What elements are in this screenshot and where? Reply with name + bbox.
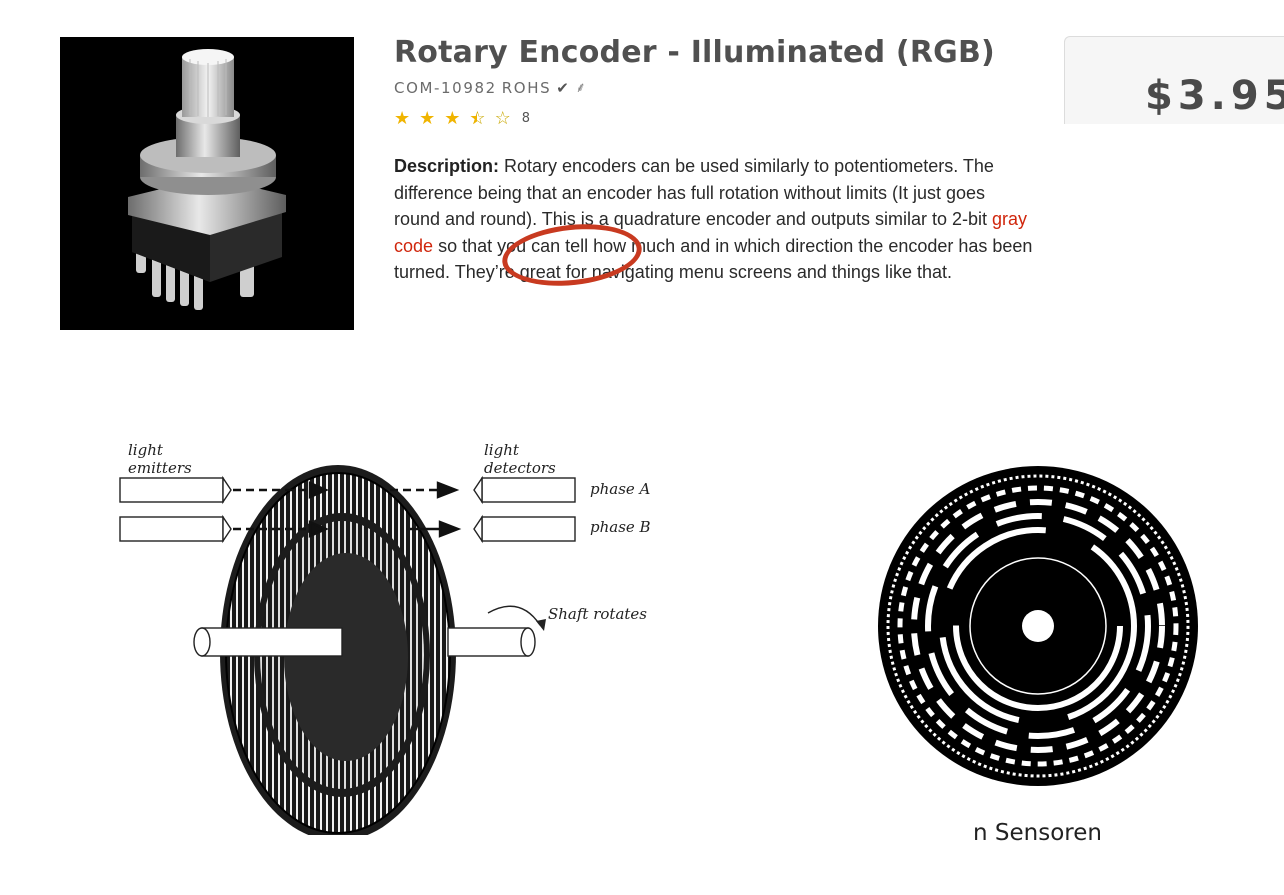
diagram-caption: n Sensoren <box>973 820 1102 846</box>
leaf-icon: ⸙ <box>575 80 588 96</box>
product-description: Description: Rotary encoders can be used… <box>394 153 1034 286</box>
star-empty-icon: ☆ <box>494 108 511 128</box>
optical-encoder-diagram: light emitters light detectors phase A p… <box>110 435 670 835</box>
star-full-icon: ★ <box>444 108 461 128</box>
product-page: Rotary Encoder - Illuminated (RGB) COM-1… <box>0 0 1284 895</box>
rotary-encoder-photo <box>128 49 286 310</box>
label-detectors-2: detectors <box>484 459 556 477</box>
product-title: Rotary Encoder - Illuminated (RGB) <box>394 35 995 70</box>
label-detectors-1: light <box>484 441 520 459</box>
price-box: $3.95 <box>1064 36 1284 124</box>
star-full-icon: ★ <box>419 108 436 128</box>
label-emitters-2: emitters <box>128 459 192 477</box>
rating-stars[interactable]: ★ ★ ★ ☆ ★ ☆ 8 <box>394 108 530 129</box>
gray-code-disk-diagram <box>870 462 1206 792</box>
review-count[interactable]: 8 <box>522 111 530 126</box>
label-phase-a: phase A <box>590 480 651 498</box>
description-text-2: so that you can tell how much and in whi… <box>394 235 1033 283</box>
sku-line: COM-10982 ROHS ✔ ⸙ <box>394 78 587 97</box>
description-label: Description: <box>394 156 500 176</box>
rohs-label: ROHS <box>501 78 552 97</box>
price: $3.95 <box>1145 73 1284 119</box>
label-phase-b: phase B <box>590 518 651 536</box>
sku-number: COM-10982 <box>394 78 497 97</box>
label-emitters-1: light <box>128 441 164 459</box>
label-shaft-rotates: Shaft rotates <box>548 605 647 623</box>
star-half-icon: ☆ ★ <box>469 108 486 128</box>
star-full-icon: ★ <box>394 108 411 128</box>
check-icon: ✔ <box>556 78 571 97</box>
product-image[interactable] <box>60 37 354 330</box>
